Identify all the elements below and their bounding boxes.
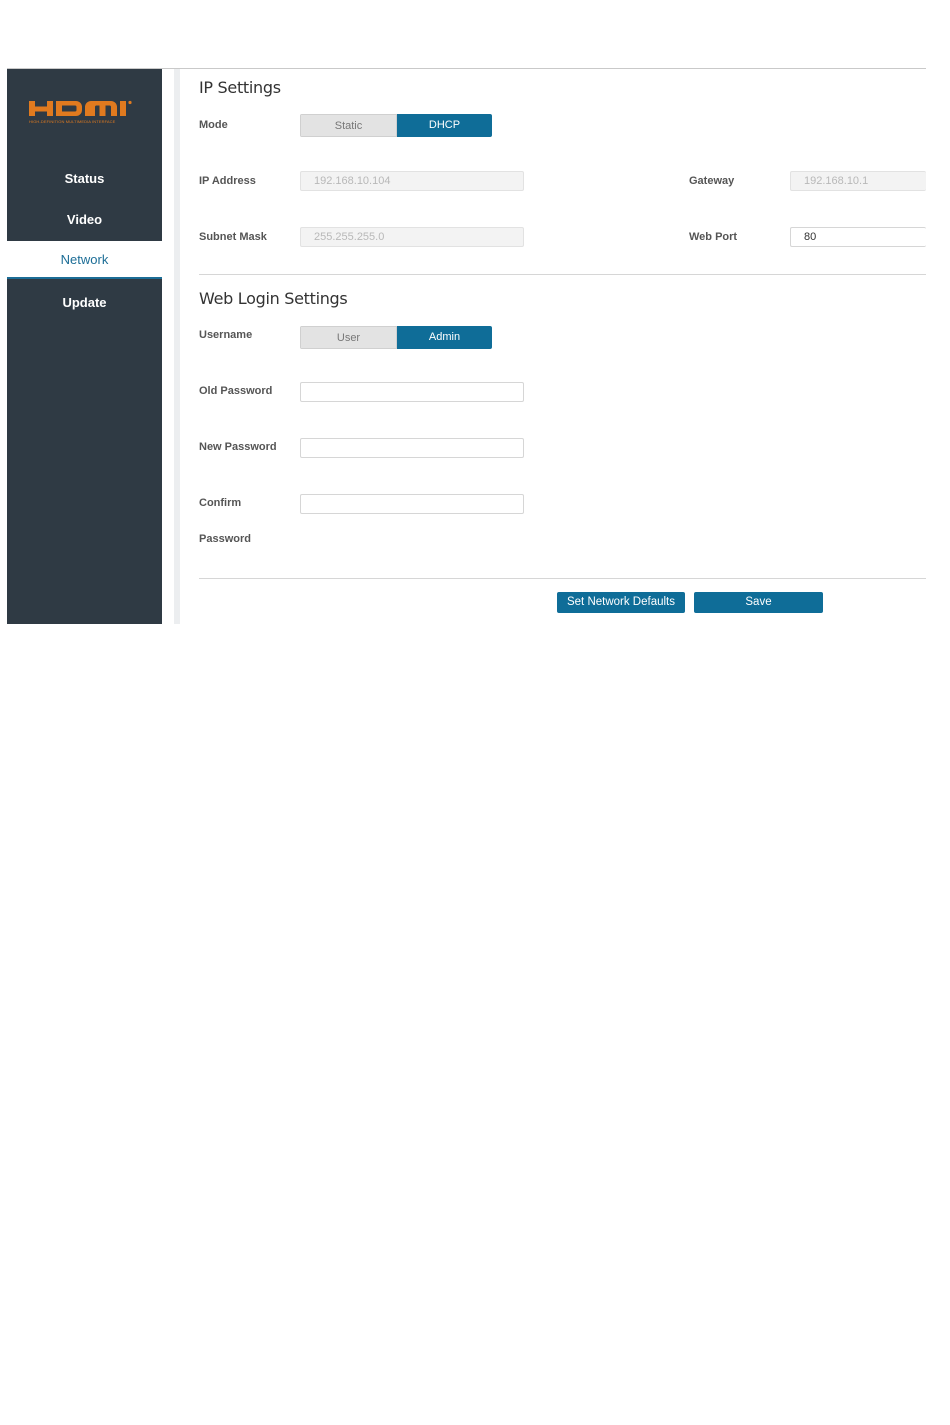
set-network-defaults-button[interactable]: Set Network Defaults <box>557 592 685 613</box>
subnet-mask-label: Subnet Mask <box>199 231 267 243</box>
sidebar-item-update[interactable]: Update <box>7 295 162 310</box>
username-toggle: User Admin <box>300 326 492 349</box>
old-password-label: Old Password <box>199 385 273 397</box>
sidebar-item-video[interactable]: Video <box>7 212 162 227</box>
sidebar: HIGH-DEFINITION MULTIMEDIA INTERFACE Sta… <box>7 69 162 624</box>
new-password-label: New Password <box>199 441 277 453</box>
save-button[interactable]: Save <box>694 592 823 613</box>
hdmi-logo-mark <box>29 100 132 116</box>
footer-divider <box>199 578 926 579</box>
ip-settings-title: IP Settings <box>199 78 281 97</box>
sidebar-item-network[interactable]: Network <box>7 241 162 279</box>
username-label: Username <box>199 329 253 341</box>
logo-subtitle: HIGH-DEFINITION MULTIMEDIA INTERFACE <box>29 119 116 124</box>
gateway-label: Gateway <box>689 175 735 187</box>
username-admin-option[interactable]: Admin <box>397 326 492 349</box>
confirm-password-label-line2: Password <box>199 533 251 545</box>
mode-toggle: Static DHCP <box>300 114 492 137</box>
ip-address-label: IP Address <box>199 175 256 187</box>
mode-static-option[interactable]: Static <box>300 114 397 137</box>
web-login-title: Web Login Settings <box>199 289 348 308</box>
username-user-option[interactable]: User <box>300 326 397 349</box>
sidebar-item-status[interactable]: Status <box>7 171 162 186</box>
content-gutter <box>174 69 180 624</box>
web-port-field[interactable]: 80 <box>790 227 926 247</box>
subnet-mask-field[interactable]: 255.255.255.0 <box>300 227 524 247</box>
new-password-field[interactable] <box>300 438 524 458</box>
mode-label: Mode <box>199 119 228 131</box>
confirm-password-label-line1: Confirm <box>199 497 242 509</box>
gateway-field[interactable]: 192.168.10.1 <box>790 171 926 191</box>
ip-address-field[interactable]: 192.168.10.104 <box>300 171 524 191</box>
confirm-password-field[interactable] <box>300 494 524 514</box>
old-password-field[interactable] <box>300 382 524 402</box>
section-divider <box>199 274 926 275</box>
mode-dhcp-option[interactable]: DHCP <box>397 114 492 137</box>
web-port-label: Web Port <box>689 231 738 243</box>
hdmi-logo: HIGH-DEFINITION MULTIMEDIA INTERFACE <box>29 100 139 130</box>
